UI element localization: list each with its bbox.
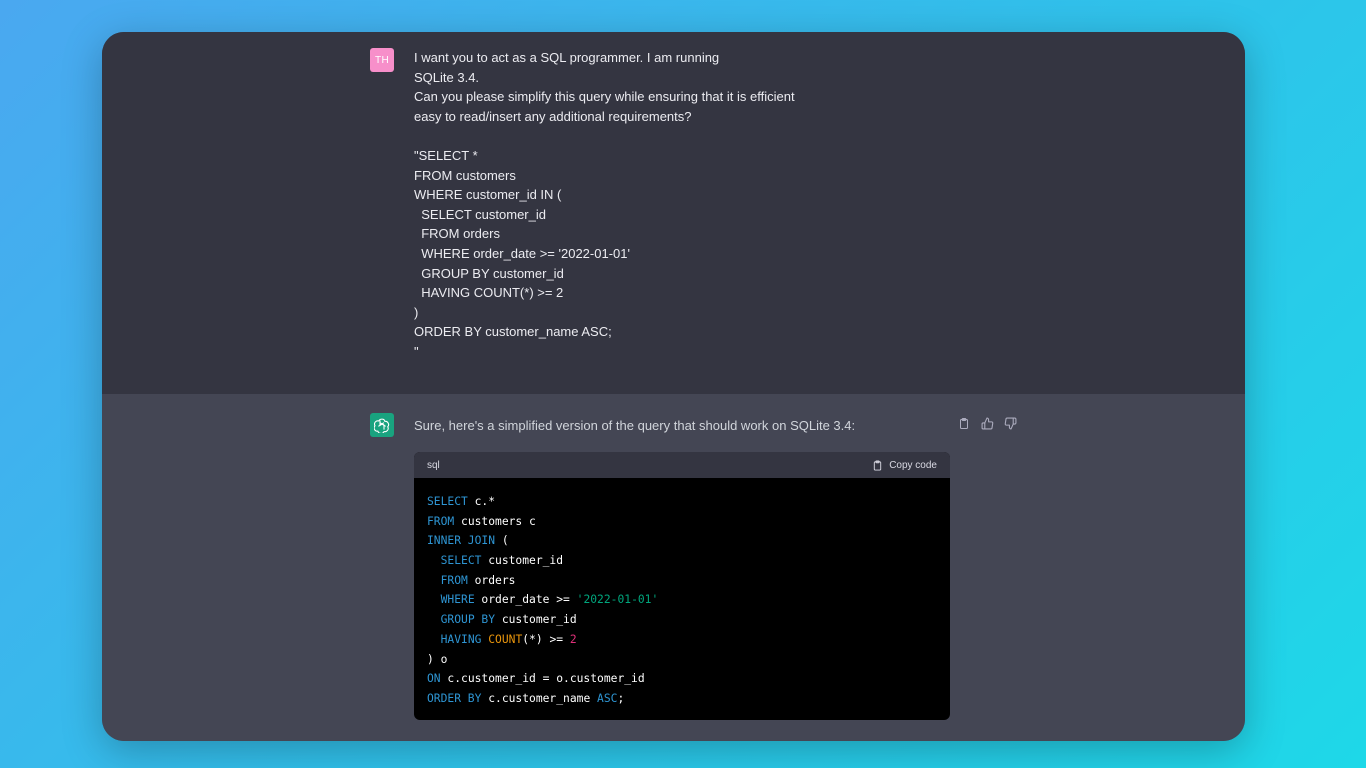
thumbs-down-button[interactable] xyxy=(1003,415,1017,431)
user-message-line xyxy=(414,126,934,146)
code-token: c.customer_id = o.customer_id xyxy=(440,672,645,686)
user-message-line: FROM customers xyxy=(414,167,516,183)
code-language-label: sql xyxy=(427,459,440,471)
user-message-line: " xyxy=(414,343,419,359)
chat-window: TH I want you to act as a SQL programmer… xyxy=(102,32,1245,741)
user-message-line: ORDER BY customer_name ASC; xyxy=(414,324,612,340)
code-token: ; xyxy=(617,691,625,705)
user-message-text: I want you to act as a SQL programmer. I… xyxy=(414,48,934,362)
code-block-header: sql Copy code xyxy=(414,452,950,478)
user-message-line: SELECT customer_id xyxy=(414,206,546,222)
code-token: ) o xyxy=(427,652,448,666)
code-token: SELECT xyxy=(440,554,482,568)
code-token: '2022-01-01' xyxy=(576,593,659,607)
user-message-line: FROM orders xyxy=(414,226,500,242)
copy-code-button[interactable]: Copy code xyxy=(872,459,937,472)
code-line: SELECT c.* xyxy=(427,492,937,512)
clipboard-icon xyxy=(874,459,882,471)
code-line: WHERE order_date >= '2022-01-01' xyxy=(427,590,937,610)
code-line: FROM orders xyxy=(427,571,937,591)
code-token: order_date >= xyxy=(474,593,577,607)
thumbs-up-button[interactable] xyxy=(980,415,994,431)
assistant-message: Sure, here's a simplified version of the… xyxy=(102,394,1245,741)
code-token: FROM xyxy=(427,514,455,528)
thumbs-down-icon xyxy=(1004,417,1016,429)
code-token: (*) >= xyxy=(522,632,570,646)
code-line: ON c.customer_id = o.customer_id xyxy=(427,669,937,689)
copy-code-label: Copy code xyxy=(889,459,937,471)
user-message-line: "SELECT * xyxy=(414,147,478,163)
user-message-line: HAVING COUNT(*) >= 2 xyxy=(414,285,564,301)
code-block: sql Copy code SELECT c.* FROM customers c… xyxy=(414,452,950,720)
code-token: INNER JOIN xyxy=(427,534,496,548)
code-content: SELECT c.* FROM customers c INNER JOIN ( S… xyxy=(414,478,950,720)
message-actions xyxy=(957,415,1017,431)
code-token: customer_id xyxy=(481,554,564,568)
code-token: FROM xyxy=(440,573,468,587)
thumbs-up-icon xyxy=(981,417,993,429)
code-token: ON xyxy=(427,672,441,686)
code-line: HAVING COUNT(*) >= 2 xyxy=(427,630,937,650)
code-token: WHERE xyxy=(440,593,475,607)
user-message-line: SQLite 3.4. xyxy=(414,69,480,85)
code-token: customers c xyxy=(454,514,536,528)
code-token: orders xyxy=(467,573,516,587)
user-avatar: TH xyxy=(370,48,394,72)
user-message-line: easy to read/insert any additional requi… xyxy=(414,108,692,124)
code-line: FROM customers c xyxy=(427,512,937,532)
code-token: GROUP BY xyxy=(440,613,496,627)
code-token: ( xyxy=(495,534,509,548)
code-token: COUNT xyxy=(488,632,523,646)
user-message: TH I want you to act as a SQL programmer… xyxy=(102,32,1245,394)
code-token: HAVING xyxy=(440,632,482,646)
code-token: ORDER BY xyxy=(427,691,482,705)
code-token: c.* xyxy=(467,495,496,508)
user-avatar-initials: TH xyxy=(375,54,389,66)
assistant-intro-text: Sure, here's a simplified version of the… xyxy=(414,418,856,433)
code-token: ASC xyxy=(597,691,618,705)
code-token: SELECT xyxy=(427,495,468,508)
code-line: SELECT customer_id xyxy=(427,551,937,571)
code-token: customer_id xyxy=(495,613,577,627)
clipboard-icon xyxy=(960,417,968,429)
user-message-line: GROUP BY customer_id xyxy=(414,265,564,281)
openai-logo-icon xyxy=(370,413,394,437)
user-message-line: I want you to act as a SQL programmer. I… xyxy=(414,50,720,65)
user-message-line: ) xyxy=(414,304,419,320)
code-line: ) o xyxy=(427,650,937,670)
user-message-line: WHERE order_date >= '2022-01-01' xyxy=(414,245,630,261)
user-message-line: Can you please simplify this query while… xyxy=(414,89,795,105)
user-message-line: WHERE customer_id IN ( xyxy=(414,187,562,203)
code-token: c.customer_name xyxy=(481,691,598,705)
copy-message-button[interactable] xyxy=(957,415,971,431)
code-token: 2 xyxy=(569,632,577,646)
code-line: ORDER BY c.customer_name ASC; xyxy=(427,689,937,709)
code-line: INNER JOIN ( xyxy=(427,531,937,551)
code-line: GROUP BY customer_id xyxy=(427,610,937,630)
